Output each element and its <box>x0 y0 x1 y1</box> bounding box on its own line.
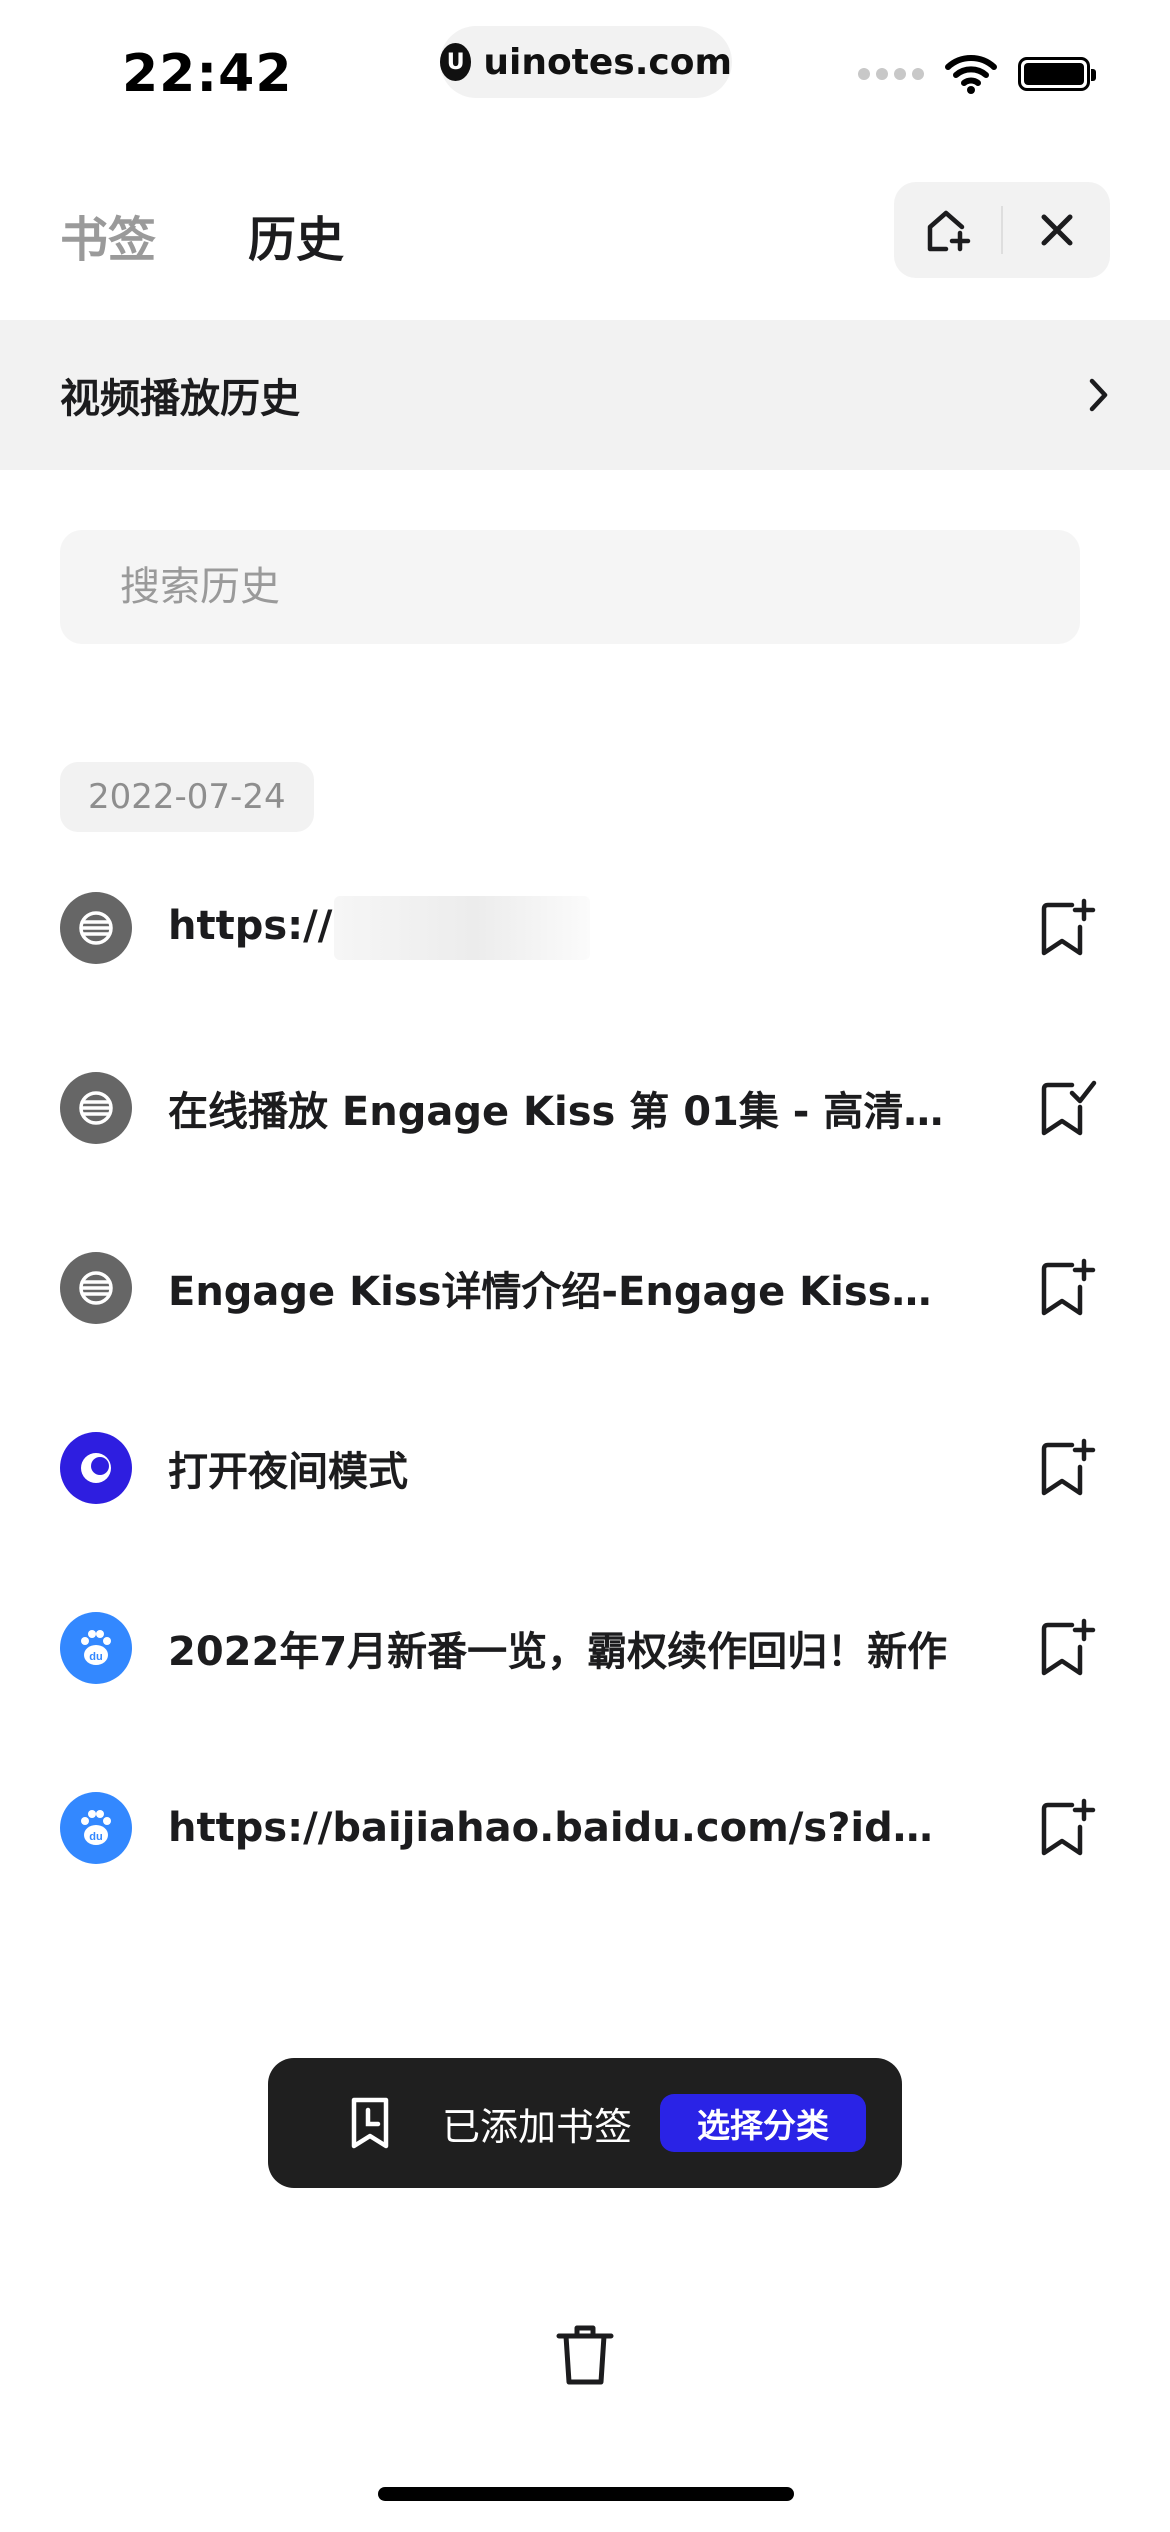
close-icon <box>1041 214 1072 246</box>
bookmark-add-icon <box>1041 1798 1096 1856</box>
add-bookmark-button[interactable] <box>1036 1616 1100 1680</box>
history-item-title: https:// <box>168 896 958 960</box>
site-logo-icon: U <box>440 43 472 81</box>
history-list: https:// 在线播放 Engage Kiss 第 01集 - 高清资源 E… <box>0 838 1170 1918</box>
bookmark-add-icon <box>1041 898 1096 956</box>
bookmarked-button[interactable] <box>1036 1076 1100 1140</box>
history-item[interactable]: Engage Kiss详情介绍-Engage Kiss在线观看 <box>0 1198 1170 1378</box>
trash-icon[interactable] <box>555 2322 615 2388</box>
history-item[interactable]: du 2022年7月新番一览，霸权续作回归！新作 <box>0 1558 1170 1738</box>
add-bookmark-button[interactable] <box>1036 1256 1100 1320</box>
history-item-title: https://baijiahao.baidu.com/s?id=1607483… <box>168 1805 958 1851</box>
video-history-label: 视频播放历史 <box>60 376 300 422</box>
bookmark-add-icon <box>1041 1438 1096 1496</box>
globe-icon <box>60 1072 132 1144</box>
toast-message: 已添加书签 <box>442 2104 633 2149</box>
signal-icon <box>858 68 924 80</box>
bookmark-check-icon <box>1041 1080 1097 1136</box>
header-actions <box>894 182 1110 278</box>
status-time: 22:42 <box>122 44 293 104</box>
status-indicators <box>858 54 1096 94</box>
bookmark-add-icon <box>1041 1258 1096 1316</box>
tab-bookmarks[interactable]: 书签 <box>60 200 156 270</box>
tab-history[interactable]: 历史 <box>248 200 344 270</box>
history-item[interactable]: 在线播放 Engage Kiss 第 01集 - 高清资源 <box>0 1018 1170 1198</box>
add-to-home-button[interactable] <box>894 182 1001 278</box>
night-mode-icon <box>60 1432 132 1504</box>
history-item-title: 打开夜间模式 <box>168 1449 408 1495</box>
add-bookmark-button[interactable] <box>1036 1796 1100 1860</box>
bookmark-added-toast: 已添加书签 选择分类 <box>268 2058 902 2188</box>
history-item[interactable]: https:// <box>0 838 1170 1018</box>
url-pill: U uinotes.com <box>440 26 732 98</box>
bookmark-icon <box>351 2097 389 2149</box>
url-text: uinotes.com <box>483 41 732 83</box>
add-bookmark-button[interactable] <box>1036 1436 1100 1500</box>
baidu-paw-icon: du <box>60 1792 132 1864</box>
globe-icon <box>60 1252 132 1324</box>
chevron-right-icon <box>1089 378 1108 412</box>
close-button[interactable] <box>1003 182 1110 278</box>
redacted-url-mask <box>334 896 591 960</box>
choose-category-button[interactable]: 选择分类 <box>660 2094 866 2152</box>
date-group-chip: 2022-07-24 <box>60 762 314 832</box>
history-item-title: 在线播放 Engage Kiss 第 01集 - 高清资源 <box>168 1089 958 1135</box>
history-item-title: 2022年7月新番一览，霸权续作回归！新作 <box>168 1629 948 1675</box>
add-bookmark-button[interactable] <box>1036 896 1100 960</box>
globe-icon <box>60 892 132 964</box>
svg-text:du: du <box>89 1831 102 1843</box>
battery-icon <box>1018 57 1096 91</box>
svg-text:du: du <box>89 1651 102 1663</box>
wifi-icon <box>945 55 997 94</box>
baidu-paw-icon: du <box>60 1612 132 1684</box>
history-item-title: Engage Kiss详情介绍-Engage Kiss在线观看 <box>168 1269 958 1315</box>
history-item[interactable]: du https://baijiahao.baidu.com/s?id=1607… <box>0 1738 1170 1918</box>
video-history-row[interactable]: 视频播放历史 <box>0 320 1170 470</box>
search-input[interactable] <box>60 530 1080 644</box>
bookmark-add-icon <box>1041 1618 1096 1676</box>
home-indicator <box>378 2487 794 2501</box>
home-add-icon <box>927 210 970 252</box>
history-item[interactable]: 打开夜间模式 <box>0 1378 1170 1558</box>
